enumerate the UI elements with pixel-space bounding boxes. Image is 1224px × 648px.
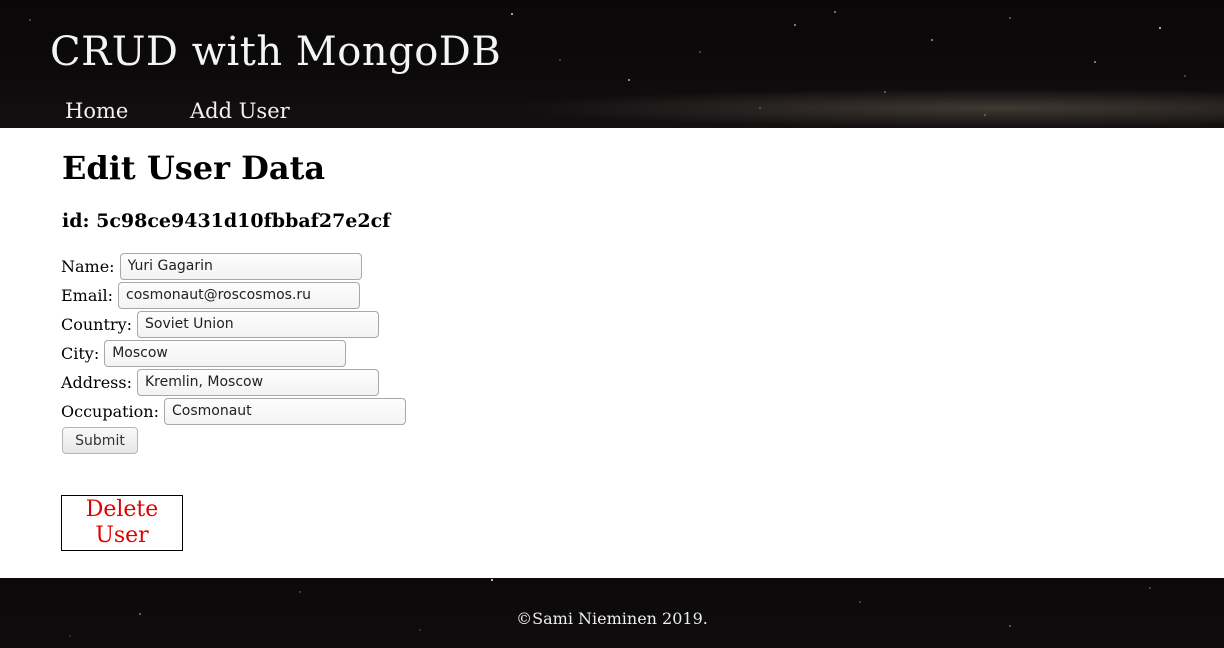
occupation-input[interactable] xyxy=(164,397,406,425)
city-field-row: City: xyxy=(61,339,347,367)
country-input[interactable] xyxy=(137,310,379,338)
city-label: City: xyxy=(61,343,100,363)
occupation-field-row: Occupation: xyxy=(61,397,406,425)
name-field-row: Name: xyxy=(61,252,362,280)
nav-home-link[interactable]: Home xyxy=(65,97,128,125)
address-input[interactable] xyxy=(136,368,379,396)
country-label: Country: xyxy=(61,314,132,334)
main-content: Edit User Data id: 5c98ce9431d10fbbaf27e… xyxy=(0,128,1224,578)
email-label: Email: xyxy=(61,285,114,305)
address-label: Address: xyxy=(61,372,132,392)
site-footer: ©Sami Nieminen 2019. xyxy=(0,578,1224,648)
page-title: Edit User Data xyxy=(62,149,326,187)
site-title: CRUD with MongoDB xyxy=(50,29,502,75)
name-input[interactable] xyxy=(119,252,362,280)
delete-user-button[interactable]: Delete User xyxy=(61,495,183,551)
site-header: CRUD with MongoDB Home Add User xyxy=(0,0,1224,128)
address-field-row: Address: xyxy=(61,368,379,396)
name-label: Name: xyxy=(61,256,115,276)
city-input[interactable] xyxy=(104,339,347,367)
country-field-row: Country: xyxy=(61,310,379,338)
user-id-heading: id: 5c98ce9431d10fbbaf27e2cf xyxy=(62,210,391,232)
occupation-label: Occupation: xyxy=(61,401,159,421)
submit-button[interactable]: Submit xyxy=(62,427,138,454)
email-field-row: Email: xyxy=(61,281,361,309)
copyright-text: ©Sami Nieminen 2019. xyxy=(516,609,708,628)
nav-add-user-link[interactable]: Add User xyxy=(190,97,290,125)
email-input[interactable] xyxy=(118,281,361,309)
